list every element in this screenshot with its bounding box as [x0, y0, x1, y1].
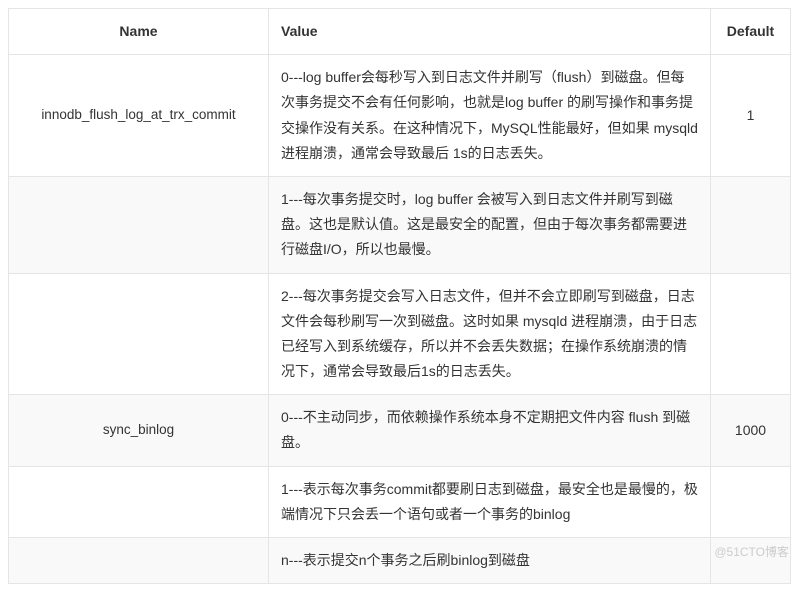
header-default: Default [711, 9, 791, 55]
cell-default [711, 538, 791, 584]
cell-default: 1000 [711, 395, 791, 466]
header-value: Value [269, 9, 711, 55]
cell-value: n---表示提交n个事务之后刷binlog到磁盘 [269, 538, 711, 584]
cell-default [711, 176, 791, 273]
cell-value: 1---每次事务提交时，log buffer 会被写入到日志文件并刷写到磁盘。这… [269, 176, 711, 273]
cell-name [9, 538, 269, 584]
table-row: sync_binlog0---不主动同步，而依赖操作系统本身不定期把文件内容 f… [9, 395, 791, 466]
cell-default: 1 [711, 55, 791, 177]
cell-default [711, 466, 791, 537]
cell-value: 0---log buffer会每秒写入到日志文件并刷写（flush）到磁盘。但每… [269, 55, 711, 177]
cell-name: sync_binlog [9, 395, 269, 466]
cell-name [9, 176, 269, 273]
cell-value: 1---表示每次事务commit都要刷日志到磁盘，最安全也是最慢的，极端情况下只… [269, 466, 711, 537]
cell-name [9, 466, 269, 537]
cell-name [9, 273, 269, 395]
cell-default [711, 273, 791, 395]
header-name: Name [9, 9, 269, 55]
table-row: 1---表示每次事务commit都要刷日志到磁盘，最安全也是最慢的，极端情况下只… [9, 466, 791, 537]
cell-value: 0---不主动同步，而依赖操作系统本身不定期把文件内容 flush 到磁盘。 [269, 395, 711, 466]
table-row: 2---每次事务提交会写入日志文件，但并不会立即刷写到磁盘，日志文件会每秒刷写一… [9, 273, 791, 395]
table-row: 1---每次事务提交时，log buffer 会被写入到日志文件并刷写到磁盘。这… [9, 176, 791, 273]
table-row: n---表示提交n个事务之后刷binlog到磁盘 [9, 538, 791, 584]
table-row: innodb_flush_log_at_trx_commit0---log bu… [9, 55, 791, 177]
cell-name: innodb_flush_log_at_trx_commit [9, 55, 269, 177]
config-table: Name Value Default innodb_flush_log_at_t… [8, 8, 791, 584]
cell-value: 2---每次事务提交会写入日志文件，但并不会立即刷写到磁盘，日志文件会每秒刷写一… [269, 273, 711, 395]
header-row: Name Value Default [9, 9, 791, 55]
